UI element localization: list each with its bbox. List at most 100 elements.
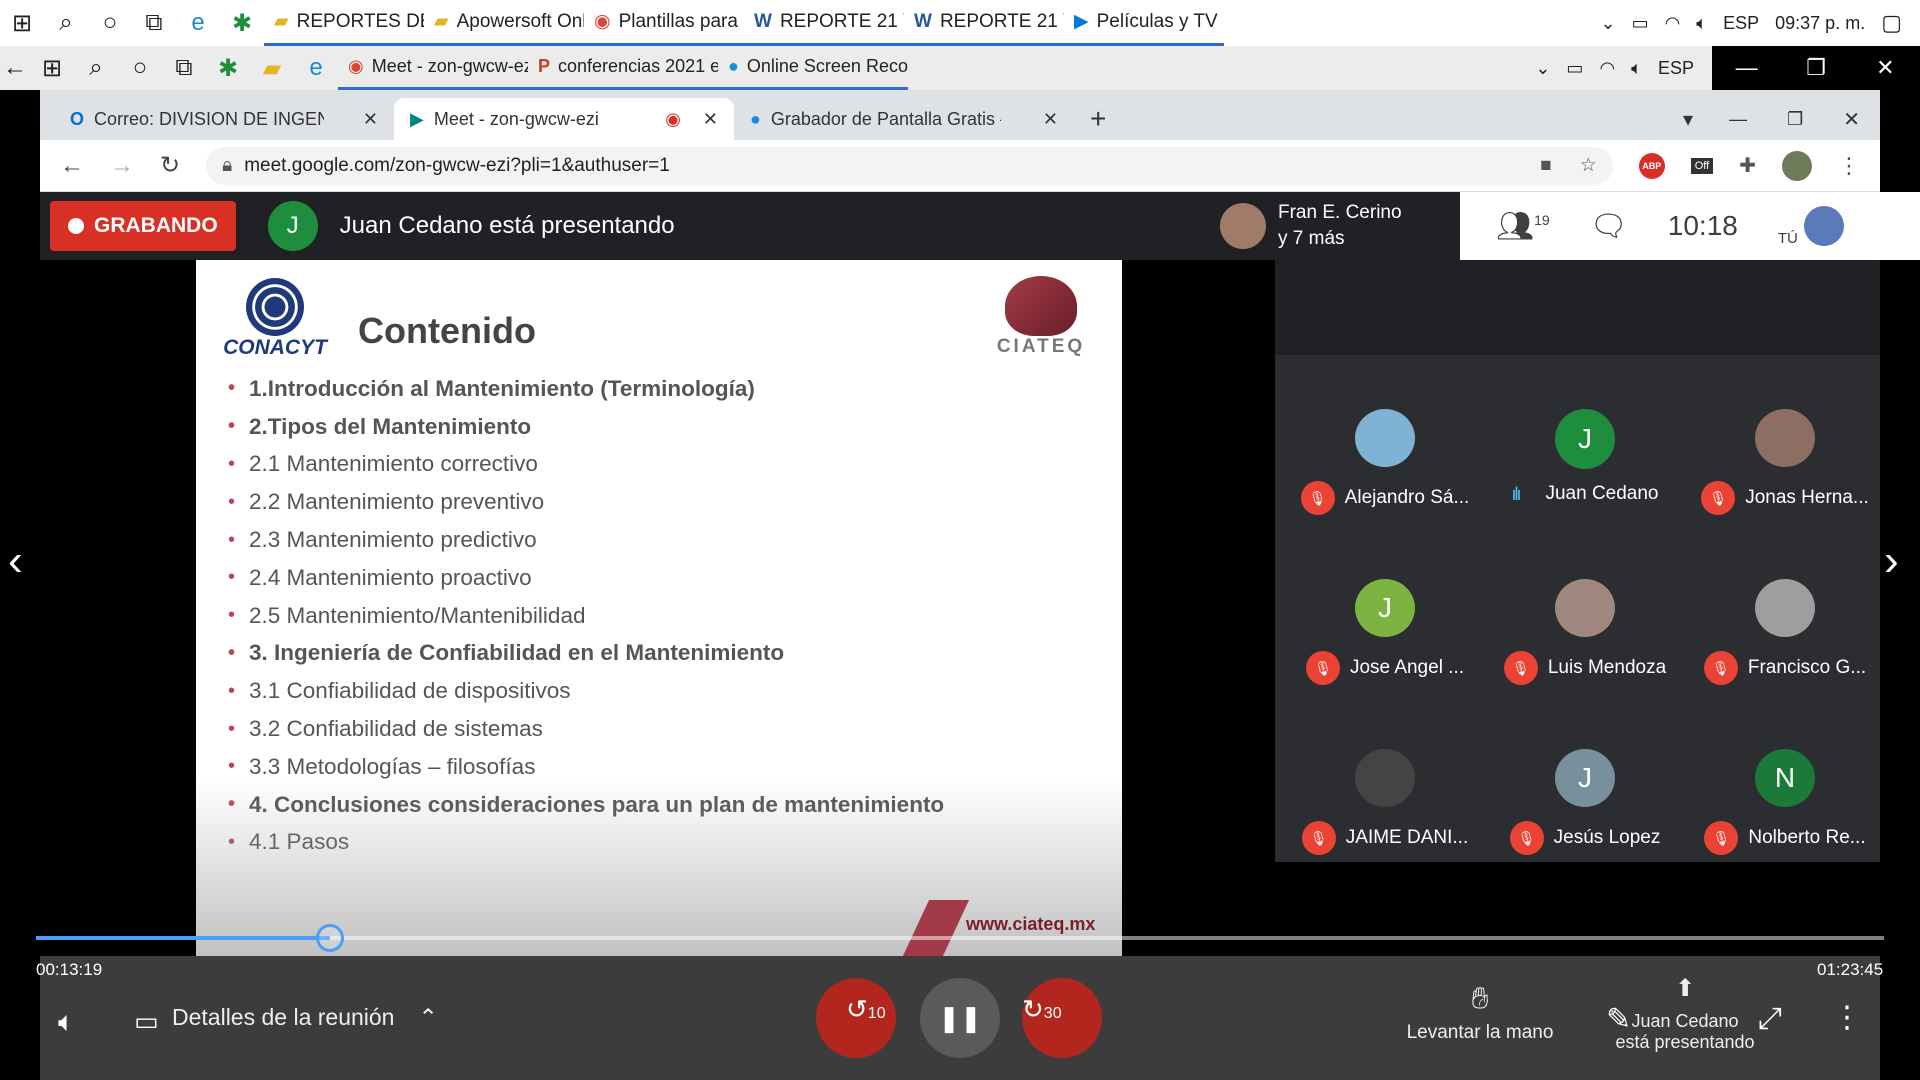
more-options-icon[interactable]: ⋮ <box>1832 1000 1862 1035</box>
edge-icon[interactable]: e <box>294 45 338 91</box>
volume-button[interactable]: 🔈︎ <box>58 1006 75 1039</box>
participant-tile[interactable]: Jılı Juan Cedano <box>1485 355 1685 515</box>
word-icon: W <box>914 10 932 32</box>
seek-bar-handle[interactable] <box>315 924 344 952</box>
slide-list-item: 2.5 Mantenimiento/Mantenibilidad <box>228 597 944 635</box>
wifi-icon[interactable]: ◠ <box>1665 13 1681 34</box>
participant-tile[interactable]: 🎙︎ Francisco G... <box>1685 525 1885 685</box>
restore-icon[interactable]: ❐ <box>1781 46 1850 90</box>
participant-tile[interactable]: J 🎙︎ Jose Angel ... <box>1285 525 1485 685</box>
browser-close-icon[interactable]: ✕ <box>1823 98 1880 140</box>
pause-button[interactable]: ❚❚ <box>920 978 1000 1058</box>
chevron-up-icon: ⌃ <box>418 1004 438 1030</box>
captions-icon[interactable]: ▭ <box>134 1006 159 1037</box>
search-icon[interactable]: ⌕ <box>44 0 88 46</box>
self-avatar[interactable] <box>1803 206 1844 246</box>
taskbar-app-2[interactable]: ◉ Plantillas para re... <box>584 0 744 46</box>
taskbar-app-0[interactable]: ◉ Meet - zon-gwcw-ezi ... <box>338 46 528 90</box>
previous-arrow-icon[interactable]: ‹ <box>8 536 23 586</box>
camera-icon[interactable]: ■ <box>1540 155 1551 177</box>
cortana-icon[interactable]: ○ <box>118 45 162 91</box>
participant-tile[interactable]: 🎙︎ Jonas Herna... <box>1685 355 1885 515</box>
other-presenters[interactable]: Fran E. Cerino y 7 más <box>1220 192 1460 260</box>
present-now-button[interactable]: ⬆︎ Juan Cedano está presentando <box>1610 974 1760 1053</box>
notifications-icon[interactable]: ▢ <box>1881 10 1902 36</box>
close-icon[interactable]: ✕ <box>1851 46 1920 90</box>
participant-avatar <box>1755 579 1815 637</box>
recorder-icon: ● <box>750 108 761 129</box>
cortana-icon[interactable]: ○ <box>88 0 132 46</box>
participant-tile[interactable]: 🎙︎ Luis Mendoza <box>1485 525 1685 685</box>
tab-search-icon[interactable]: ▾ <box>1667 98 1709 140</box>
clock[interactable]: 09:37 p. m. <box>1775 13 1865 34</box>
taskbar-app-3[interactable]: W REPORTE 21 Y 2... <box>744 0 904 46</box>
raise-hand-button[interactable]: ✋︎ Levantar la mano <box>1400 982 1560 1044</box>
participant-name: Jesús Lopez <box>1553 827 1661 848</box>
tab-close-icon[interactable]: ✕ <box>1043 109 1058 130</box>
meeting-details-button[interactable]: Detalles de la reunión ⌃ <box>172 1004 438 1031</box>
adblock-icon[interactable]: ABP <box>1638 152 1665 179</box>
wifi-icon[interactable]: ◠ <box>1599 58 1615 79</box>
people-button[interactable]: 👥︎19 <box>1496 209 1550 244</box>
language-indicator[interactable]: ESP <box>1658 58 1694 79</box>
bookmark-star-icon[interactable]: ☆ <box>1580 154 1597 177</box>
participant-tile[interactable]: N 🎙︎ Nolberto Re... <box>1685 695 1885 855</box>
browser-tab-2[interactable]: ● Grabador de Pantalla Gratis – Ca ✕ <box>734 98 1074 140</box>
participant-name: Luis Mendoza <box>1547 657 1667 678</box>
forward-button[interactable]: ↻30 <box>1022 996 1062 1022</box>
url-input[interactable]: 🔒︎ meet.google.com/zon-gwcw-ezi?pli=1&au… <box>206 146 1613 185</box>
app-icon[interactable]: ✱ <box>206 45 250 91</box>
browser-restore-icon[interactable]: ❐ <box>1767 98 1823 140</box>
language-indicator[interactable]: ESP <box>1723 13 1759 34</box>
app-icon[interactable]: ✱ <box>220 0 264 46</box>
tab-close-icon[interactable]: ✕ <box>703 109 718 130</box>
chevron-up-icon[interactable]: ⌄ <box>1600 13 1615 34</box>
taskbar-app-5[interactable]: ▶ Películas y TV <box>1064 0 1224 46</box>
seek-bar-fill <box>36 936 330 940</box>
seek-bar[interactable] <box>36 924 1884 952</box>
participant-tile[interactable]: 🎙︎ JAIME DANI... <box>1285 695 1485 855</box>
taskbar-app-2[interactable]: ● Online Screen Recorder <box>718 46 908 90</box>
chat-icon[interactable]: 🗨︎ <box>1590 209 1628 244</box>
participant-avatar <box>1355 749 1415 807</box>
reload-icon[interactable]: ↻ <box>160 151 180 180</box>
battery-icon[interactable]: ▭ <box>1632 13 1649 34</box>
task-view-icon[interactable]: ⧉ <box>162 45 206 91</box>
browser-menu-icon[interactable]: ⋮ <box>1838 153 1860 179</box>
browser-tab-0[interactable]: O Correo: DIVISION DE INGENIERIA ✕ <box>54 98 394 140</box>
chrome-icon: ◉ <box>594 11 611 32</box>
tab-title: Meet - zon-gwcw-ezi <box>433 108 599 129</box>
new-tab-icon[interactable]: + <box>1074 98 1122 140</box>
profile-avatar[interactable] <box>1782 150 1812 181</box>
taskbar-app-1[interactable]: ▰ Apowersoft Onli... <box>424 0 584 46</box>
volume-icon[interactable]: 🔈︎ <box>1696 13 1707 34</box>
extensions-puzzle-icon[interactable]: ✚ <box>1739 153 1756 178</box>
back-arrow-icon[interactable]: ← <box>0 45 30 91</box>
rewind-button[interactable]: ↺10 <box>846 996 886 1022</box>
back-icon[interactable]: ← <box>60 152 84 180</box>
participant-tile[interactable]: J 🎙︎ Jesús Lopez <box>1485 695 1685 855</box>
taskbar-app-4[interactable]: W REPORTE 21 Y 2... <box>904 0 1064 46</box>
windows-start-icon[interactable]: ⊞ <box>0 0 44 46</box>
task-view-icon[interactable]: ⧉ <box>132 0 176 46</box>
volume-icon[interactable]: 🔈︎ <box>1631 58 1642 79</box>
folder-icon[interactable]: ▰ <box>250 45 294 91</box>
battery-icon[interactable]: ▭ <box>1566 58 1583 79</box>
edge-icon[interactable]: e <box>176 0 220 46</box>
participant-tile[interactable]: 🎙︎ Alejandro Sá... <box>1285 355 1485 515</box>
chevron-up-icon[interactable]: ⌄ <box>1535 58 1550 79</box>
taskbar-app-0[interactable]: ▰ REPORTES DE E... <box>264 0 424 46</box>
off-extension-icon[interactable]: Off <box>1690 157 1714 174</box>
tab-close-icon[interactable]: ✕ <box>363 109 378 130</box>
participant-avatar: J <box>1555 749 1615 807</box>
tab-title: Grabador de Pantalla Gratis – Ca <box>770 108 1001 129</box>
next-arrow-icon[interactable]: › <box>1884 536 1899 586</box>
taskbar-app-1[interactable]: Pconferencias 2021 ene... <box>528 46 718 90</box>
minimize-icon[interactable]: — <box>1712 46 1781 90</box>
windows-start-icon[interactable]: ⊞ <box>30 45 74 91</box>
browser-tab-1[interactable]: ▶ Meet - zon-gwcw-ezi ◉ ✕ <box>394 98 734 140</box>
search-icon[interactable]: ⌕ <box>74 45 118 91</box>
browser-minimize-icon[interactable]: — <box>1709 98 1767 140</box>
fullscreen-icon[interactable]: ⤢ <box>1758 1002 1782 1036</box>
forward-icon[interactable]: → <box>110 152 134 180</box>
